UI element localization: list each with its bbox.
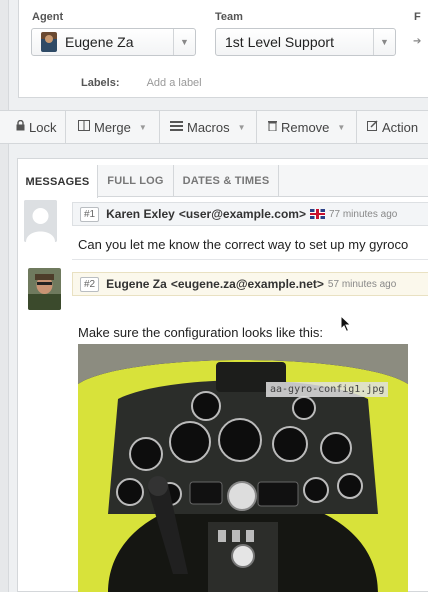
team-label: Team bbox=[215, 11, 243, 23]
chevron-down-icon: ▼ bbox=[237, 122, 246, 132]
edit-icon bbox=[367, 120, 378, 134]
messages-panel: MESSAGES FULL LOG DATES & TIMES #1 Karen… bbox=[17, 158, 428, 592]
message-tabs: MESSAGES FULL LOG DATES & TIMES bbox=[18, 165, 428, 198]
lock-label: Lock bbox=[29, 119, 57, 135]
tab-full-log[interactable]: FULL LOG bbox=[98, 165, 174, 197]
avatar bbox=[28, 268, 61, 310]
tab-messages[interactable]: MESSAGES bbox=[18, 165, 98, 198]
uk-flag-icon bbox=[309, 209, 325, 219]
agent-avatar bbox=[41, 32, 57, 52]
team-select[interactable]: 1st Level Support ▼ bbox=[215, 28, 396, 56]
message-header: #2 Eugene Za <eugene.za@example.net> 57 … bbox=[72, 272, 428, 296]
agent-select[interactable]: Eugene Za ▼ bbox=[31, 28, 196, 56]
chevron-down-icon: ▼ bbox=[337, 122, 346, 132]
left-gutter bbox=[0, 0, 9, 592]
sender-email[interactable]: <user@example.com> bbox=[179, 207, 306, 221]
labels-key: Labels: bbox=[81, 77, 120, 89]
chevron-down-icon: ▼ bbox=[138, 122, 147, 132]
actions-label: Action bbox=[382, 119, 419, 135]
trash-icon bbox=[268, 120, 277, 134]
agent-select-value: Eugene Za bbox=[65, 34, 134, 50]
chevron-down-icon: ▼ bbox=[373, 29, 395, 55]
remove-button[interactable]: Remove ▼ bbox=[257, 111, 357, 143]
sender-email[interactable]: <eugene.za@example.net> bbox=[171, 277, 324, 291]
macros-button[interactable]: Macros ▼ bbox=[160, 111, 257, 143]
message-number: #2 bbox=[80, 276, 100, 292]
agent-label: Agent bbox=[32, 11, 64, 23]
add-label-input[interactable]: Add a label bbox=[147, 77, 202, 89]
lock-icon bbox=[16, 119, 25, 134]
message-time: 57 minutes ago bbox=[327, 278, 397, 290]
mouse-cursor-icon bbox=[340, 314, 352, 338]
message-time: 77 minutes ago bbox=[328, 208, 398, 220]
chevron-down-icon: ▼ bbox=[173, 29, 195, 55]
sender-name[interactable]: Karen Exley bbox=[106, 207, 175, 221]
message-divider bbox=[72, 259, 428, 260]
message-body: Can you let me know the correct way to s… bbox=[78, 237, 409, 252]
cockpit-photo-attachment[interactable]: aa-gyro-config1.jpg bbox=[78, 344, 408, 592]
avatar bbox=[24, 200, 57, 242]
labels-row: Labels: Add a label bbox=[81, 77, 202, 89]
merge-label: Merge bbox=[94, 119, 131, 135]
message-number: #1 bbox=[80, 206, 100, 222]
message-body: Make sure the configuration looks like t… bbox=[78, 325, 323, 340]
tab-dates-times[interactable]: DATES & TIMES bbox=[174, 165, 279, 197]
arrow-in-icon[interactable]: ➔ bbox=[413, 36, 421, 47]
team-select-value: 1st Level Support bbox=[225, 34, 334, 50]
lock-button[interactable]: Lock bbox=[0, 111, 66, 143]
sender-name[interactable]: Eugene Za bbox=[106, 277, 167, 291]
actions-button[interactable]: Action bbox=[357, 111, 428, 143]
message-header: #1 Karen Exley <user@example.com> 77 min… bbox=[72, 202, 428, 226]
third-field-label: F bbox=[414, 11, 421, 23]
merge-icon bbox=[78, 120, 90, 134]
merge-button[interactable]: Merge ▼ bbox=[66, 111, 160, 143]
attachment-filename: aa-gyro-config1.jpg bbox=[266, 382, 389, 397]
remove-label: Remove bbox=[281, 119, 330, 135]
ticket-toolbar: Lock Merge ▼ Macros ▼ Remove ▼ Action bbox=[0, 110, 428, 144]
macros-label: Macros bbox=[187, 119, 230, 135]
ticket-properties-panel: Agent Team F Eugene Za ▼ 1st Level Suppo… bbox=[18, 0, 428, 98]
macros-icon bbox=[170, 120, 183, 134]
